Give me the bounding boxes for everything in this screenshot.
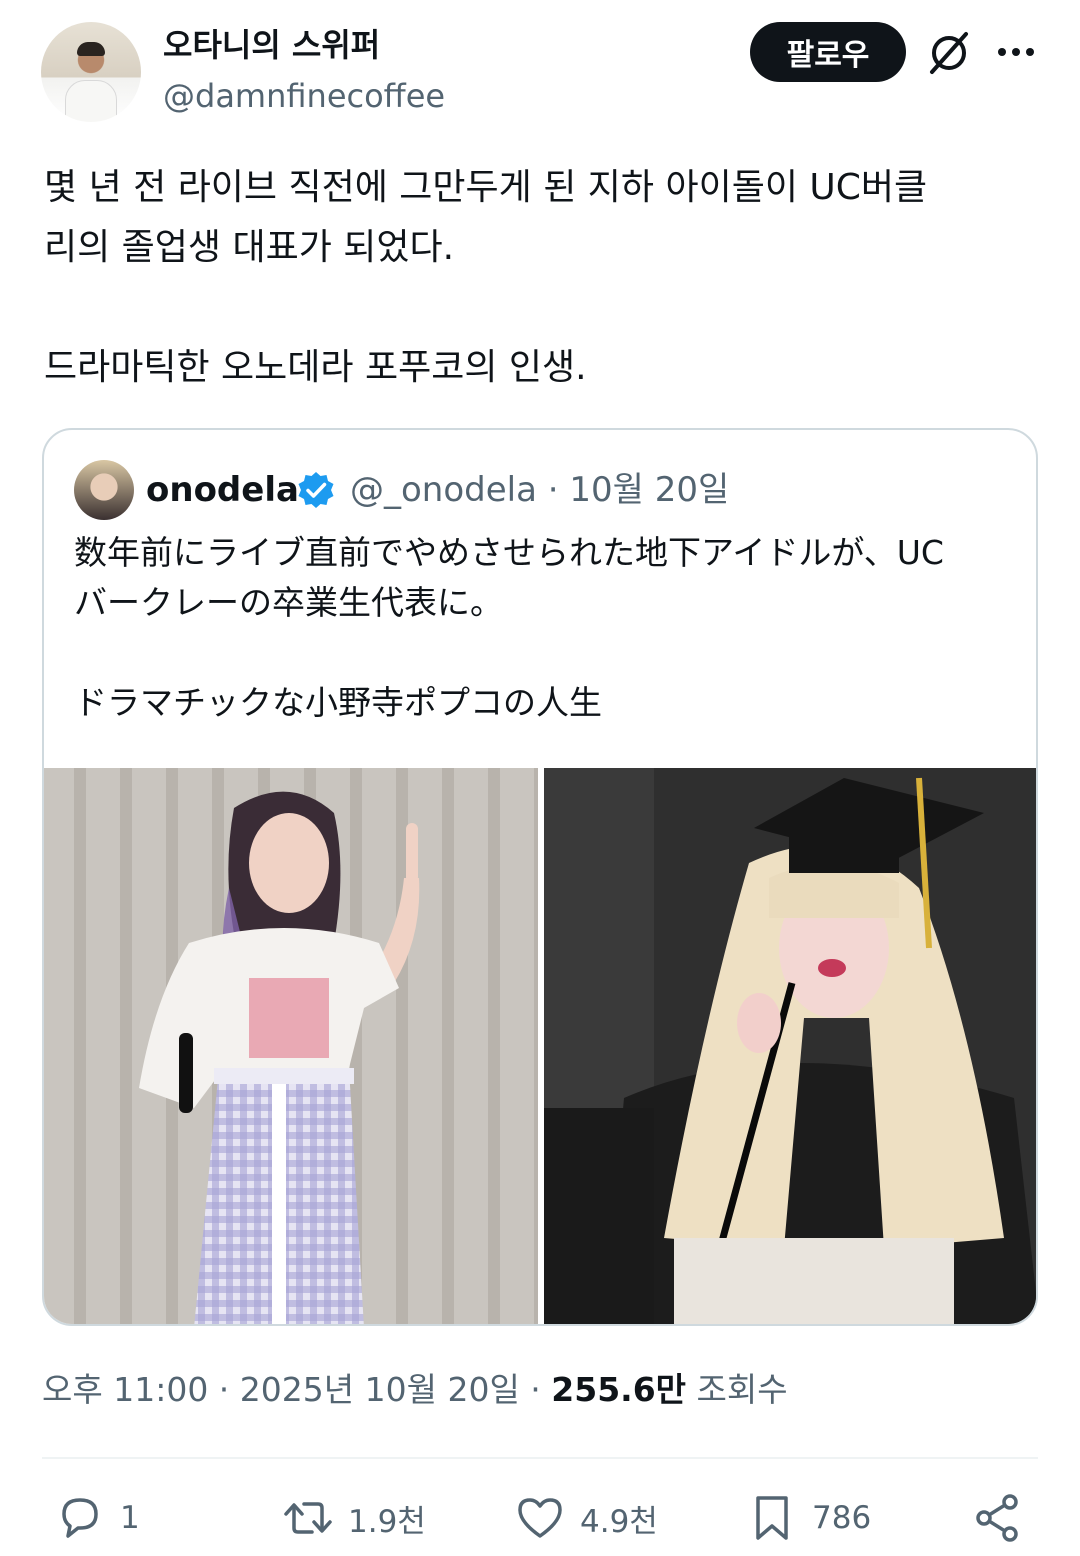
author-avatar[interactable] <box>41 22 141 122</box>
share-button[interactable] <box>972 1488 1024 1548</box>
quoted-author-name[interactable]: onodela <box>146 468 299 512</box>
bookmark-button[interactable]: 786 <box>746 1488 871 1548</box>
quoted-handle-date: @_onodela · 10월 20일 <box>350 470 730 510</box>
author-display-name[interactable]: 오타니의 스위퍼 <box>163 24 380 66</box>
verified-badge-icon <box>298 472 334 508</box>
repost-icon <box>284 1502 332 1534</box>
quoted-photo-stage[interactable] <box>44 768 538 1324</box>
more-icon[interactable] <box>994 32 1038 76</box>
reply-button[interactable]: 1 <box>54 1488 140 1548</box>
quoted-author-avatar[interactable] <box>74 460 134 520</box>
share-icon <box>976 1494 1018 1542</box>
tweet-meta: 오후 11:00 · 2025년 10월 20일 · 255.6만 조회수 <box>42 1368 788 1412</box>
author-handle[interactable]: @damnfinecoffee <box>163 76 445 116</box>
like-count: 4.9천 <box>580 1503 658 1540</box>
reply-icon <box>62 1498 98 1538</box>
repost-button[interactable]: 1.9천 <box>282 1488 426 1548</box>
follow-button[interactable]: 팔로우 <box>750 22 906 82</box>
quoted-tweet-card[interactable]: onodela @_onodela · 10월 20일 数年前にライブ直前でやめ… <box>42 428 1038 1326</box>
like-button[interactable]: 4.9천 <box>514 1488 658 1548</box>
views-label: 조회수 <box>686 1370 788 1409</box>
quoted-photo-graduation[interactable] <box>544 768 1036 1324</box>
bookmark-icon <box>756 1496 788 1540</box>
like-icon <box>518 1498 562 1538</box>
bookmark-count: 786 <box>812 1500 872 1536</box>
grok-icon[interactable] <box>924 28 974 78</box>
views-count: 255.6만 <box>551 1370 687 1409</box>
quoted-tweet-text: 数年前にライブ直前でやめさせられた地下アイドルが、UC バークレーの卒業生代表に… <box>74 533 944 722</box>
tweet-text: 몇 년 전 라이브 직전에 그만두게 된 지하 아이돌이 UC버클 리의 졸업생… <box>44 167 928 388</box>
reply-count: 1 <box>120 1500 140 1536</box>
tweet-timestamp[interactable]: 오후 11:00 · 2025년 10월 20일 · <box>42 1370 551 1409</box>
action-bar-divider <box>42 1457 1038 1459</box>
repost-count: 1.9천 <box>348 1503 426 1540</box>
